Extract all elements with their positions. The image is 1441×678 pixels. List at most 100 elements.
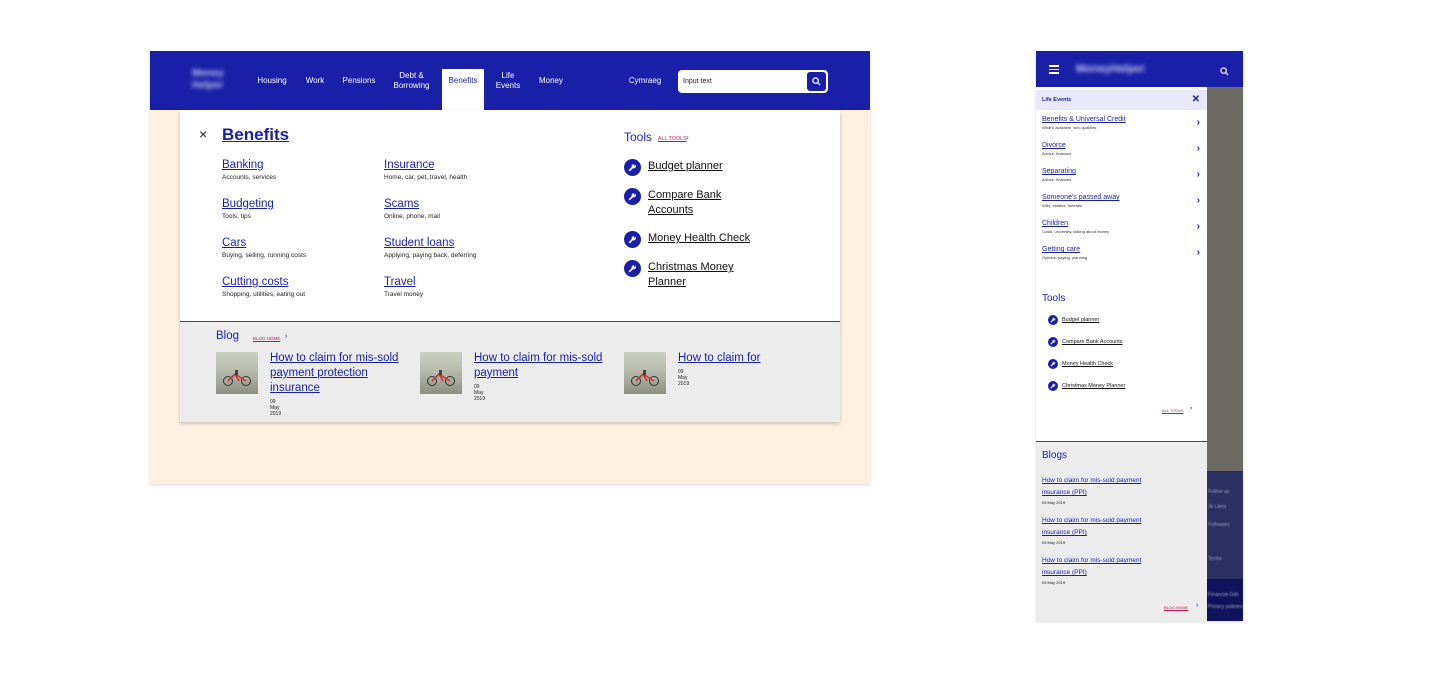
search-icon: [812, 77, 821, 86]
background-text: Terms: [1208, 556, 1222, 562]
close-icon[interactable]: ×: [199, 126, 207, 142]
blog-thumbnail[interactable]: [216, 352, 258, 394]
category-link[interactable]: Insurance: [384, 158, 534, 172]
category-description: Buying, selling, running costs: [222, 252, 307, 259]
tool-money-health-check[interactable]: Money Health Check: [1048, 359, 1113, 369]
background-text: Privacy policies: [1208, 604, 1243, 610]
blog-home-link[interactable]: BLOG HOME: [1164, 605, 1188, 610]
category-link[interactable]: Travel: [384, 275, 534, 289]
chevron-right-icon: ›: [686, 133, 689, 142]
search-box: [678, 70, 828, 93]
menu-item-description: What's available, who qualifies: [1042, 125, 1097, 130]
blog-item[interactable]: How to claim for mis-sold payment insuran…: [1042, 555, 1192, 585]
tool-label: Money Health Check: [1062, 361, 1114, 367]
menu-item-link[interactable]: Benefits & Universal Credit: [1042, 116, 1126, 123]
menu-item-children[interactable]: Children Costs, university, talking about…: [1042, 220, 1200, 242]
category-description: Travel money: [384, 291, 424, 298]
nav-item-work[interactable]: Work: [296, 51, 334, 110]
category-travel: Travel Travel money: [384, 275, 534, 298]
blog-title-link[interactable]: How to claim for mis-sold payment protec…: [270, 351, 410, 396]
menu-item-benefits-universal-credit[interactable]: Benefits & Universal Credit What's availa…: [1042, 116, 1200, 138]
tool-label: Christmas Money Planner: [1062, 383, 1126, 389]
blog-thumbnail[interactable]: [420, 352, 462, 394]
menu-item-description: Advice, finances: [1042, 151, 1072, 156]
category-budgeting: Budgeting Tools, tips: [222, 197, 372, 220]
category-description: Online, phone, mail: [384, 213, 441, 220]
wrench-icon: [624, 159, 641, 176]
category-description: Applying, paying back, deferring: [384, 252, 477, 259]
chevron-right-icon: ›: [1196, 195, 1200, 206]
menu-item-link[interactable]: Separating: [1042, 168, 1076, 175]
tool-label: Compare Bank Accounts: [648, 189, 722, 216]
menu-item-description: Costs, university, talking about money: [1042, 229, 1110, 234]
category-link[interactable]: Budgeting: [222, 197, 372, 211]
tool-christmas-money-planner[interactable]: Christmas Money Planner: [624, 260, 773, 290]
top-navigation-bar: Money Helper Housing Work Pensions Debt …: [150, 51, 870, 110]
category-link[interactable]: Banking: [222, 158, 372, 172]
tools-heading: Tools: [1042, 293, 1066, 304]
blog-title-link[interactable]: How to claim for mis-sold payment insuran…: [1042, 475, 1192, 499]
nav-item-housing[interactable]: Housing: [248, 51, 296, 110]
tool-budget-planner[interactable]: Budget planner: [1048, 315, 1099, 325]
benefits-mega-menu: × Benefits Banking Accounts, services Bud…: [180, 110, 840, 422]
category-link[interactable]: Student loans: [384, 236, 534, 250]
category-description: Shopping, utilities, eating out: [222, 291, 306, 298]
hamburger-menu-icon[interactable]: [1049, 65, 1059, 74]
blog-title-link[interactable]: How to claim for: [678, 351, 818, 366]
category-cutting-costs: Cutting costs Shopping, utilities, eating…: [222, 275, 372, 298]
menu-item-separating[interactable]: Separating Advice, finances ›: [1042, 168, 1200, 190]
chevron-right-icon: ›: [1196, 117, 1200, 128]
background-text: Followers: [1208, 522, 1230, 528]
tool-compare-bank-accounts[interactable]: Compare Bank Accounts: [624, 188, 773, 218]
menu-item-someones-passed-away[interactable]: Someone's passed away Wills, estates, fun…: [1042, 194, 1200, 216]
close-icon[interactable]: ✕: [1192, 94, 1200, 105]
nav-item-benefits[interactable]: Benefits: [442, 69, 484, 110]
search-button[interactable]: [807, 72, 826, 91]
blog-item[interactable]: How to claim for mis-sold payment insuran…: [1042, 515, 1192, 545]
nav-item-life-events[interactable]: Life Events: [486, 51, 530, 110]
menu-item-link[interactable]: Getting care: [1042, 246, 1080, 253]
menu-title[interactable]: Benefits: [222, 125, 289, 145]
category-banking: Banking Accounts, services: [222, 158, 372, 181]
search-input[interactable]: [683, 74, 801, 89]
category-cars: Cars Buying, selling, running costs: [222, 236, 372, 259]
blog-item[interactable]: How to claim for mis-sold payment insuran…: [1042, 475, 1192, 505]
category-link[interactable]: Cars: [222, 236, 372, 250]
tool-compare-bank-accounts[interactable]: Compare Bank Accounts: [1048, 337, 1123, 347]
site-logo[interactable]: Money Helper: [192, 68, 240, 92]
menu-item-link[interactable]: Divorce: [1042, 142, 1066, 149]
blog-title-link[interactable]: How to claim for mis-sold payment insuran…: [1042, 515, 1192, 539]
blog-title-link[interactable]: How to claim for mis-sold payment insuran…: [1042, 555, 1192, 579]
all-tools-link[interactable]: ALL TOOLS: [1162, 408, 1184, 413]
blog-heading: Blog: [216, 330, 240, 342]
tool-budget-planner[interactable]: Budget planner: [624, 159, 773, 176]
blog-home-link[interactable]: BLOG HOME: [253, 336, 280, 341]
section-header: Life Events ✕: [1036, 90, 1207, 110]
tool-label: Budget planner: [648, 160, 723, 172]
blog-date: 09 May 2019: [1042, 500, 1066, 505]
menu-item-divorce[interactable]: Divorce Advice, finances ›: [1042, 142, 1200, 164]
nav-item-money[interactable]: Money: [530, 51, 572, 110]
tool-money-health-check[interactable]: Money Health Check: [624, 231, 773, 248]
blog-date: 09 May 2019: [474, 384, 486, 402]
nav-item-pensions[interactable]: Pensions: [334, 51, 384, 110]
blog-title-link[interactable]: How to claim for mis-sold payment: [474, 351, 614, 381]
blog-date: 09 May 2019: [1042, 540, 1066, 545]
tool-christmas-money-planner[interactable]: Christmas Money Planner: [1048, 381, 1125, 391]
blog-date: 09 May 2019: [270, 399, 282, 417]
search-icon[interactable]: [1220, 63, 1229, 81]
menu-item-link[interactable]: Children: [1042, 220, 1068, 227]
category-link[interactable]: Cutting costs: [222, 275, 372, 289]
menu-item-getting-care[interactable]: Getting care Options, paying, planning ›: [1042, 246, 1200, 268]
nav-item-debt-borrowing[interactable]: Debt & Borrowing: [384, 51, 439, 110]
chevron-right-icon: ›: [1196, 602, 1199, 609]
language-toggle-link[interactable]: Cymraeg: [620, 51, 670, 110]
blog-strip: Blog BLOG HOME › How to claim for mis-so…: [180, 321, 840, 422]
tool-label: Money Health Check: [648, 232, 751, 244]
site-logo[interactable]: MoneyHelper: [1076, 63, 1145, 75]
blog-thumbnail[interactable]: [624, 352, 666, 394]
wrench-icon: [624, 231, 641, 248]
all-tools-link[interactable]: ALL TOOLS: [658, 136, 687, 142]
menu-item-link[interactable]: Someone's passed away: [1042, 194, 1120, 201]
category-link[interactable]: Scams: [384, 197, 534, 211]
